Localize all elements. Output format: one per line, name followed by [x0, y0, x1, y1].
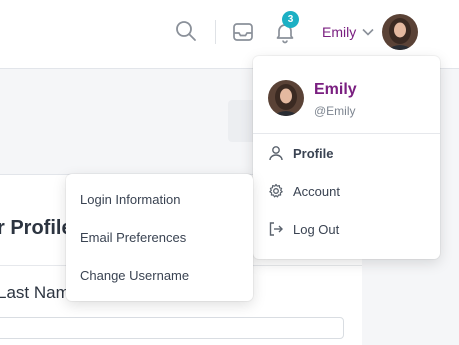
submenu-item-label: Email Preferences: [80, 229, 187, 245]
submenu-item-login-information[interactable]: Login Information: [66, 180, 253, 218]
submenu-item-email-preferences[interactable]: Email Preferences: [66, 218, 253, 256]
user-dropdown-menu: Emily @Emily Profile Account Log Out: [253, 56, 440, 259]
menu-item-label: Log Out: [293, 221, 340, 237]
last-name-input[interactable]: [0, 317, 344, 339]
dropdown-user-name: Emily: [314, 81, 357, 98]
menu-item-label: Account: [293, 183, 340, 199]
submenu-item-label: Change Username: [80, 267, 190, 283]
avatar[interactable]: [382, 14, 418, 50]
toolbar-divider: [215, 20, 216, 44]
user-icon: [268, 145, 284, 161]
menu-item-profile[interactable]: Profile: [253, 134, 440, 172]
last-name-label: Last Nam: [0, 283, 70, 302]
section-title: r Profile: [0, 217, 73, 239]
user-menu-toggle[interactable]: Emily: [322, 22, 374, 42]
gear-icon: [268, 183, 284, 199]
menu-item-logout[interactable]: Log Out: [253, 210, 440, 248]
user-name: Emily: [322, 24, 357, 40]
avatar: [268, 80, 304, 116]
submenu-item-change-username[interactable]: Change Username: [66, 256, 253, 294]
menu-item-account[interactable]: Account: [253, 172, 440, 210]
search-icon[interactable]: [175, 20, 197, 42]
menu-item-label: Profile: [293, 145, 334, 161]
inbox-icon[interactable]: [232, 21, 254, 43]
submenu-item-label: Login Information: [80, 191, 181, 207]
notification-badge: 3: [282, 11, 299, 28]
dropdown-user-handle: @Emily: [314, 104, 356, 118]
chevron-down-icon: [356, 23, 374, 41]
account-submenu: Login Information Email Preferences Chan…: [66, 174, 253, 301]
logout-icon: [268, 221, 284, 237]
